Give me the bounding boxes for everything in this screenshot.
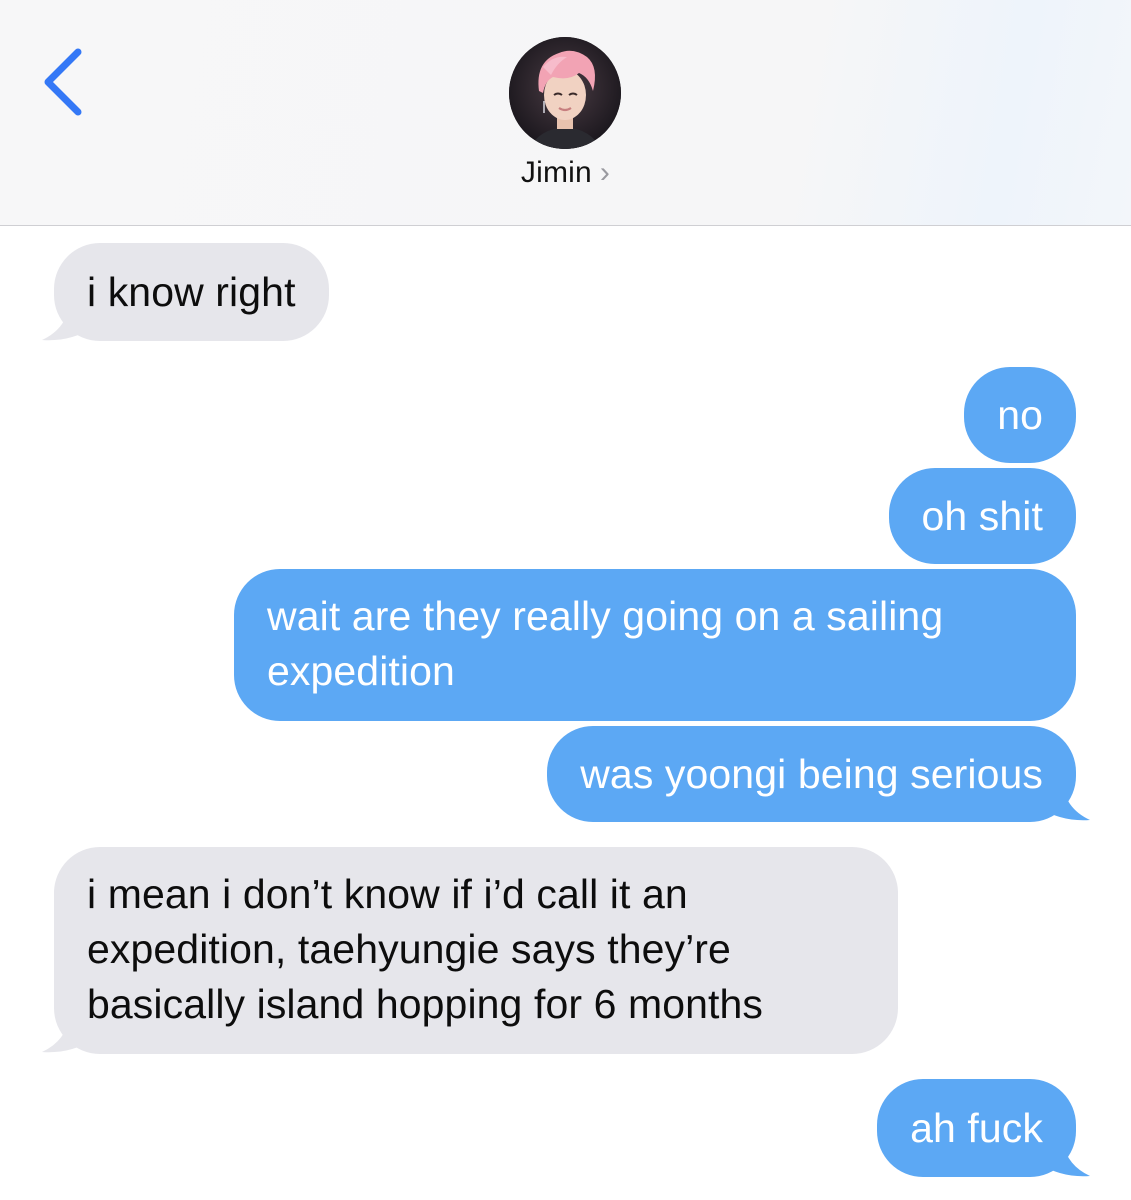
message-bubble-outgoing[interactable]: no [964,367,1076,463]
conversation-header: Jimin › [0,0,1131,226]
contact-avatar[interactable] [509,37,621,149]
message-text: oh shit [921,493,1043,539]
chevron-left-icon [44,48,82,116]
message-text: no [997,392,1043,438]
message-bubble-outgoing[interactable]: was yoongi being serious [547,726,1076,822]
message-bubble-outgoing[interactable]: oh shit [888,468,1076,564]
message-text: was yoongi being serious [580,751,1043,797]
bubble-tail-outgoing [1040,1136,1090,1177]
bubble-tail-incoming [42,300,92,341]
contact-name-button[interactable]: Jimin › [0,156,1131,190]
message-text: ah fuck [910,1105,1043,1151]
chevron-right-icon: › [599,156,611,189]
message-bubble-outgoing[interactable]: wait are they really going on a sailing … [234,569,1076,721]
contact-name: Jimin [520,156,592,189]
message-text: i know right [87,269,296,315]
avatar-photo [509,37,621,149]
message-text: wait are they really going on a sailing … [267,593,944,694]
message-text: i mean i don’t know if i’d call it an ex… [87,871,764,1027]
bubble-tail-outgoing [1040,780,1090,821]
bubble-tail-incoming [42,1012,92,1053]
message-bubble-incoming[interactable]: i mean i don’t know if i’d call it an ex… [54,847,898,1054]
back-button[interactable] [34,44,94,120]
